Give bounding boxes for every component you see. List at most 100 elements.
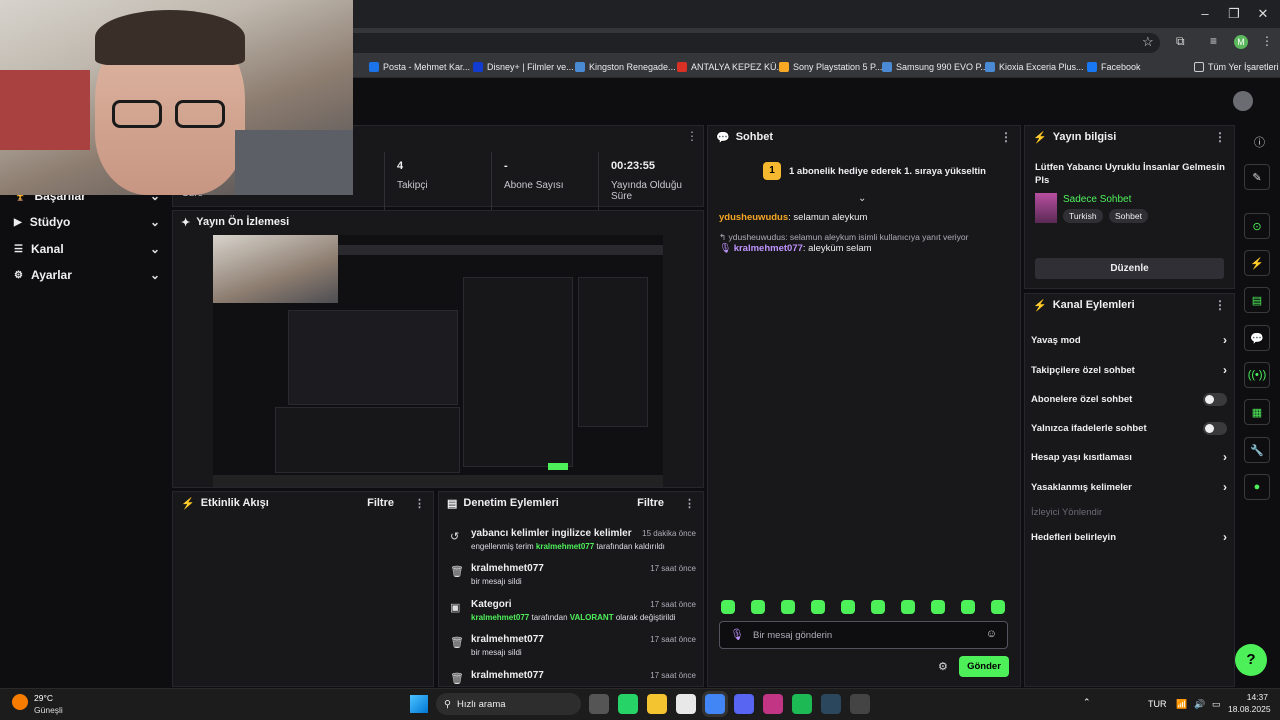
file-explorer-icon[interactable] <box>647 694 667 714</box>
emote-icon[interactable] <box>841 600 855 614</box>
emote-icon[interactable] <box>931 600 945 614</box>
wrench-icon[interactable]: 🔧 <box>1244 437 1270 463</box>
emote-icon[interactable] <box>901 600 915 614</box>
clock-time[interactable]: 14:37 <box>1228 692 1268 702</box>
user-avatar[interactable] <box>1233 91 1253 111</box>
shield-icon[interactable]: ● <box>1244 474 1270 500</box>
camera-icon[interactable]: ⊙ <box>1244 213 1270 239</box>
emote-icon[interactable] <box>751 600 765 614</box>
maximize-icon[interactable]: ❐ <box>1219 4 1249 24</box>
bookmark-item[interactable]: Facebook <box>1087 60 1141 74</box>
instagram-icon[interactable] <box>763 694 783 714</box>
chat-reply-message[interactable]: 🎙 kralmehmet077: aleyküm selam <box>719 243 872 254</box>
layout-icon[interactable]: ▦ <box>1244 399 1270 425</box>
preview-video[interactable] <box>213 235 663 487</box>
star-icon[interactable]: ☆ <box>1142 34 1154 50</box>
bookmark-item[interactable]: Sony Playstation 5 P... <box>779 60 882 74</box>
discord-icon[interactable] <box>734 694 754 714</box>
channel-action-item[interactable]: Yalnızca ifadelerle sohbet <box>1031 419 1227 437</box>
language-indicator[interactable]: TUR <box>1148 699 1167 709</box>
send-button[interactable]: Gönder <box>959 656 1009 677</box>
chat-message[interactable]: ydusheuwudus: selamun aleykum <box>719 212 867 223</box>
all-bookmarks[interactable]: Tüm Yer İşaretleri <box>1194 60 1279 74</box>
steam-icon[interactable] <box>821 694 841 714</box>
category-thumbnail[interactable] <box>1035 193 1057 223</box>
chat-kebab-icon[interactable]: ⋮ <box>1000 130 1012 144</box>
store-icon[interactable] <box>676 694 696 714</box>
battery-icon[interactable]: ▭ <box>1212 699 1221 710</box>
channel-action-item[interactable]: Yavaş mod › <box>1031 331 1227 349</box>
bolt-icon[interactable]: ⚡ <box>1244 250 1270 276</box>
channel-action-item[interactable]: Abonelere özel sohbet <box>1031 390 1227 408</box>
nav-item-2[interactable]: ☰ Kanal ⌄ <box>14 240 160 258</box>
whatsapp-icon[interactable] <box>618 694 638 714</box>
minimize-icon[interactable]: – <box>1190 4 1220 24</box>
collapse-chevron-icon[interactable]: ⌄ <box>858 193 866 204</box>
wifi-icon[interactable]: 📶 <box>1176 699 1187 710</box>
emoji-icon[interactable]: ☺ <box>986 628 997 640</box>
close-window-icon[interactable]: ✕ <box>1248 4 1278 24</box>
activity-filter-button[interactable]: Filtre <box>367 497 394 509</box>
chat-settings-icon[interactable]: ⚙ <box>938 660 948 673</box>
channel-actions-kebab-icon[interactable]: ⋮ <box>1214 298 1226 312</box>
emote-icon[interactable] <box>721 600 735 614</box>
emote-icon[interactable] <box>781 600 795 614</box>
taskview-icon[interactable] <box>589 694 609 714</box>
emote-icon[interactable] <box>811 600 825 614</box>
chat-input[interactable]: 🎙 Bir mesaj gönderin ☺ <box>719 621 1008 649</box>
pencil-icon[interactable]: ✎ <box>1244 164 1270 190</box>
mod-log-entry[interactable]: 🗑 kralmehmet077 17 saat önce bir mesajı sil… <box>446 634 696 668</box>
nav-item-1[interactable]: ▶ Stüdyo ⌄ <box>14 213 160 231</box>
tray-chevron-icon[interactable]: ⌃ <box>1083 697 1091 708</box>
mod-log-entry[interactable]: ↺ yabancı kelimler ingilizce kelimler 15 d… <box>446 528 696 562</box>
channel-action-item[interactable]: Yasaklanmış kelimeler › <box>1031 478 1227 496</box>
taskbar-search[interactable]: ⚲ Hızlı arama <box>436 693 581 715</box>
broadcast-icon[interactable]: ((•)) <box>1244 362 1270 388</box>
chrome-icon[interactable] <box>705 694 725 714</box>
url-input[interactable] <box>330 33 1160 53</box>
chat-username[interactable]: ydusheuwudus <box>719 212 788 223</box>
emote-icon[interactable] <box>871 600 885 614</box>
emote-icon[interactable] <box>961 600 975 614</box>
channel-action-item[interactable]: Takipçilere özel sohbet › <box>1031 361 1227 379</box>
toggle-switch[interactable] <box>1203 421 1227 435</box>
bookmark-item[interactable]: Disney+ | Filmler ve... <box>473 60 574 74</box>
modlog-kebab-icon[interactable]: ⋮ <box>684 497 695 510</box>
chat-icon[interactable]: 💬 <box>1244 325 1270 351</box>
gift-banner[interactable]: 1 abonelik hediye ederek 1. sıraya yükse… <box>789 166 986 177</box>
help-icon[interactable]: ? <box>1235 644 1267 676</box>
bookmark-item[interactable]: Kioxia Exceria Plus... <box>985 60 1084 74</box>
volume-icon[interactable]: 🔊 <box>1194 699 1205 710</box>
mod-log-entry[interactable]: ▣ Kategori 17 saat önce kralmehmet077 taraf… <box>446 599 696 633</box>
toggle-switch[interactable] <box>1203 392 1227 406</box>
media-icon[interactable]: ≡ <box>1210 34 1217 48</box>
spotify-icon[interactable] <box>792 694 812 714</box>
emote-icon[interactable] <box>991 600 1005 614</box>
reply-username[interactable]: kralmehmet077 <box>734 243 803 254</box>
stats-kebab-icon[interactable]: ⋮ <box>686 129 698 143</box>
bookmark-item[interactable]: Kingston Renegade... <box>575 60 676 74</box>
mod-log-entry[interactable]: 🗑 kralmehmet077 17 saat önce bir mesajı sil… <box>446 563 696 597</box>
extensions-icon[interactable]: ⧉ <box>1176 34 1185 49</box>
profile-avatar[interactable]: M <box>1234 35 1248 49</box>
channel-action-item[interactable]: Hedefleri belirleyin › <box>1031 528 1227 546</box>
start-icon[interactable] <box>410 695 428 713</box>
nav-item-3[interactable]: ⚙ Ayarlar ⌄ <box>14 266 160 284</box>
bookmark-item[interactable]: Posta - Mehmet Kar... <box>369 60 470 74</box>
info-icon[interactable]: ⓘ <box>1254 134 1265 150</box>
obs-icon[interactable] <box>850 694 870 714</box>
stream-info-kebab-icon[interactable]: ⋮ <box>1214 130 1226 144</box>
bookmark-item[interactable]: ANTALYA KEPEZ KÜ... <box>677 60 784 74</box>
channel-action-item[interactable]: Hesap yaşı kısıtlaması › <box>1031 448 1227 466</box>
nav-item-label: Ayarlar <box>30 268 72 282</box>
browser-menu-icon[interactable]: ⋮ <box>1261 34 1273 48</box>
bookmark-item[interactable]: Samsung 990 EVO P... <box>882 60 988 74</box>
activity-kebab-icon[interactable]: ⋮ <box>414 497 425 510</box>
edit-button[interactable]: Düzenle <box>1035 258 1224 279</box>
category-link[interactable]: Sadece Sohbet <box>1063 194 1131 205</box>
tag-pill[interactable]: Sohbet <box>1109 209 1148 223</box>
tag-pill[interactable]: Turkish <box>1063 209 1103 223</box>
clipboard-icon[interactable]: ▤ <box>1244 287 1270 313</box>
clock-date[interactable]: 18.08.2025 <box>1228 704 1271 714</box>
modlog-filter-button[interactable]: Filtre <box>637 497 664 509</box>
